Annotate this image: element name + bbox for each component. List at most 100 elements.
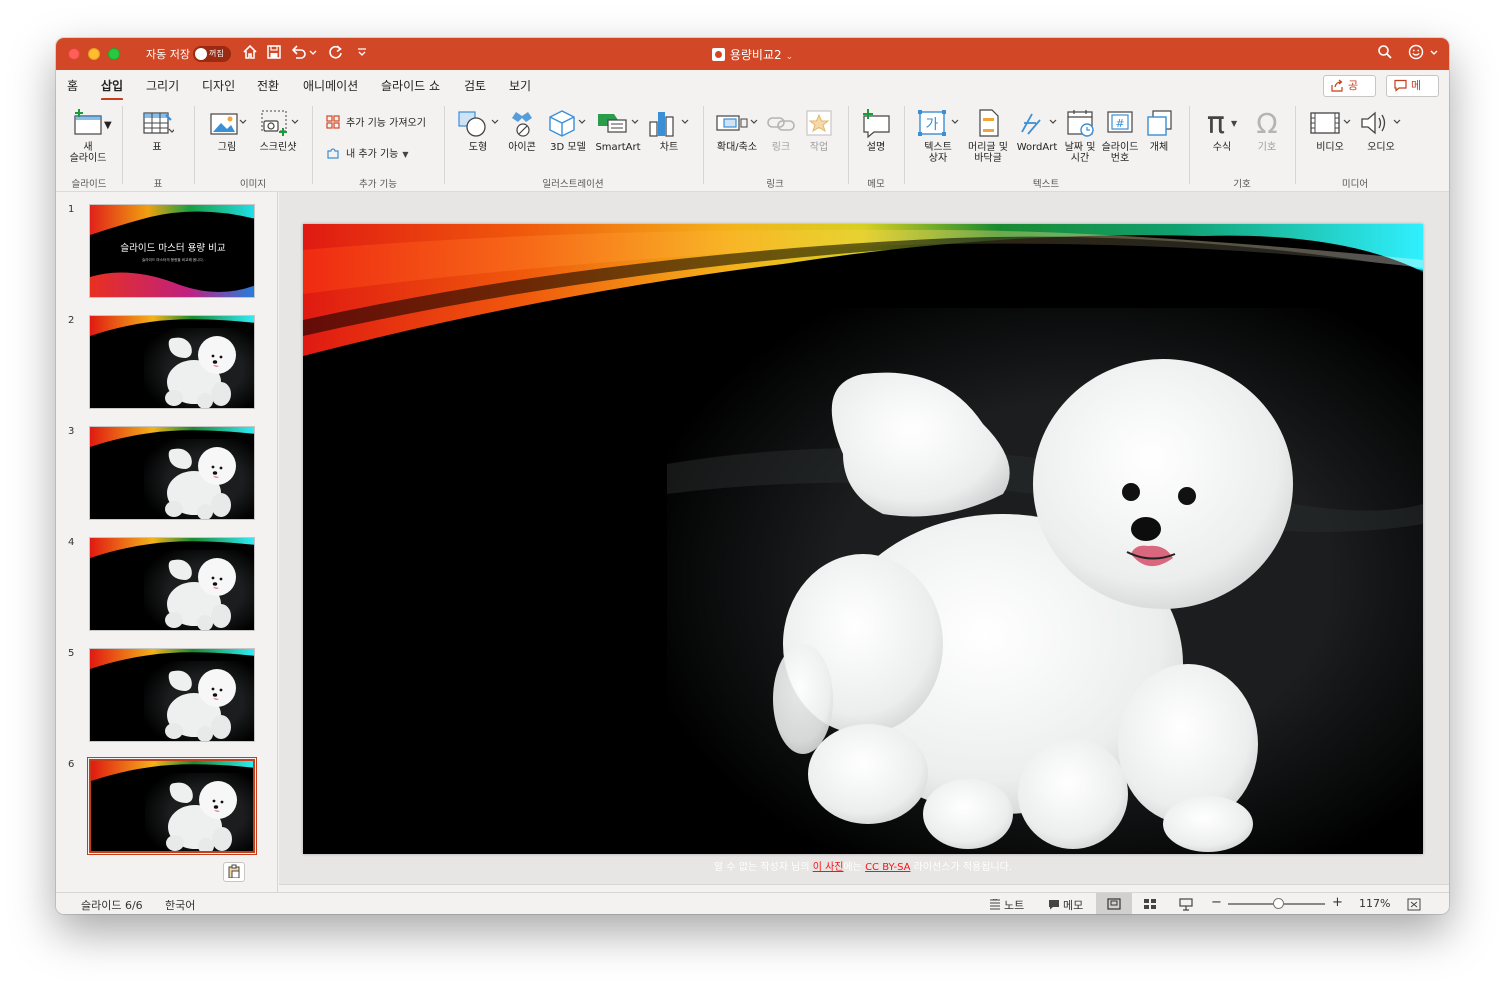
link-button[interactable]: 링크 [762, 106, 800, 153]
symbol-button[interactable]: Ω 기호 [1248, 106, 1286, 154]
zoom-out-button[interactable]: − [1211, 895, 1222, 910]
symbol-omega-glyph: Ω [1256, 106, 1278, 140]
calendar-clock-icon [1060, 106, 1100, 140]
new-slide-label-1: 새 [83, 142, 93, 153]
header-footer-button[interactable]: 머리글 및 바닥글 [964, 106, 1012, 164]
object-icon [1140, 106, 1178, 140]
picture-button[interactable]: 그림 [202, 106, 252, 153]
document-title: 용량비교2 ⌄ [56, 46, 1449, 63]
tab-design[interactable]: 디자인 [202, 77, 235, 94]
fit-slide-button[interactable] [1407, 898, 1421, 914]
film-icon [1304, 106, 1356, 140]
picture-icon [202, 106, 252, 140]
slide-thumbnail-2[interactable] [89, 315, 255, 409]
icons-label: 아이콘 [508, 142, 536, 153]
slide-sorter-view-button[interactable] [1143, 898, 1157, 913]
new-comment-icon [856, 106, 896, 140]
smartart-button[interactable]: SmartArt [592, 106, 644, 153]
new-slide-dropdown-icon[interactable]: ▼ [104, 120, 112, 131]
license-link[interactable]: CC BY-SA [865, 862, 910, 873]
tab-slideshow[interactable]: 슬라이드 쇼 [381, 77, 440, 94]
equation-label: 수식 [1212, 142, 1232, 153]
slide-number: 2 [68, 315, 75, 326]
notes-button[interactable]: 노트 [989, 897, 1024, 913]
chart-button[interactable]: 차트 [646, 106, 692, 153]
icons-button[interactable]: 아이콘 [502, 106, 542, 153]
share-button[interactable]: 공유 [1323, 75, 1376, 112]
tab-home[interactable]: 홈 [67, 77, 78, 94]
document-title-text: 용량비교2 [729, 48, 782, 62]
slide-thumbnail-1[interactable]: 슬라이드 마스터 용량 비교 슬라이드 마스터의 용량을 비교해 봅니다. [89, 204, 255, 298]
language-indicator[interactable]: 한국어 [165, 897, 195, 913]
zoom-icon [712, 106, 762, 140]
my-addins-button[interactable]: 내 추가 기능 ▼ [326, 145, 409, 160]
zoom-button[interactable]: 확대/축소 [712, 106, 762, 153]
paste-options-icon[interactable] [223, 862, 245, 882]
zoom-slider-handle[interactable] [1273, 898, 1284, 909]
header-footer-label-2: 바닥글 [974, 153, 1002, 164]
video-label: 비디오 [1316, 142, 1344, 153]
comments-button[interactable]: 메모 [1386, 75, 1439, 112]
tab-insert[interactable]: 삽입 [101, 77, 124, 101]
tab-view[interactable]: 보기 [509, 77, 531, 94]
get-addins-button[interactable]: 추가 기능 가져오기 [326, 114, 426, 129]
table-label: 표 [152, 142, 162, 153]
table-icon [132, 106, 182, 140]
table-button[interactable]: 표 [132, 106, 182, 153]
slide-thumbnail-6[interactable] [87, 757, 257, 855]
object-button[interactable]: 개체 [1140, 106, 1178, 153]
video-button[interactable]: 비디오 [1304, 106, 1356, 153]
slide-number: 3 [68, 426, 75, 437]
group-text-label: 텍스트 [1032, 179, 1060, 190]
tab-review[interactable]: 검토 [464, 77, 486, 94]
omega-icon: Ω [1248, 106, 1286, 140]
tab-transitions[interactable]: 전환 [257, 77, 279, 94]
comments-toggle-button[interactable]: 메모 [1048, 897, 1083, 913]
current-slide[interactable] [303, 224, 1423, 854]
slide-thumbnail-5[interactable] [89, 648, 255, 742]
3d-models-button[interactable]: 3D 모델 [544, 106, 592, 153]
group-links-label: 링크 [766, 179, 784, 190]
equation-pi-glyph: π [1206, 105, 1225, 141]
equation-button[interactable]: π ▼ 수식 [1198, 105, 1246, 154]
zoom-label: 확대/축소 [716, 142, 758, 153]
presenter-view-button[interactable] [1179, 898, 1193, 914]
slide-6-artwork [303, 224, 1423, 854]
wordart-button[interactable]: WordArt [1012, 106, 1062, 153]
audio-button[interactable]: 오디오 [1356, 106, 1406, 153]
my-addins-dropdown-icon[interactable]: ▼ [402, 150, 408, 159]
slide-editing-canvas[interactable]: 알 수 없는 작성자 님의 이 사진에는 CC BY-SA 라이선스가 적용됩니… [279, 192, 1449, 892]
insert-comment-button[interactable]: 설명 [856, 106, 896, 153]
normal-view-button[interactable] [1096, 893, 1132, 914]
slide-thumbnail-4[interactable] [89, 537, 255, 631]
group-comments-label: 메모 [867, 179, 885, 190]
tab-draw[interactable]: 그리기 [146, 77, 179, 94]
slide-number-glyph-text: # [1115, 117, 1124, 130]
slide-thumbnail-panel[interactable]: 1 슬라이드 마스터 용량 비교 슬라이드 마스터의 용량을 비교해 봅니다. … [56, 192, 278, 892]
textbox-button[interactable]: 가 텍스트 상자 [912, 106, 964, 164]
textbox-glyph-text: 가 [926, 117, 939, 133]
slide-thumbnail-3[interactable] [89, 426, 255, 520]
shapes-button[interactable]: 도형 [454, 106, 502, 153]
smiley-icon[interactable] [1406, 44, 1442, 64]
notes-label: 노트 [1004, 899, 1025, 912]
equation-dropdown-icon[interactable]: ▼ [1231, 119, 1237, 128]
chart-label: 차트 [659, 142, 679, 153]
comments-toggle-label: 메모 [1063, 899, 1084, 912]
tab-animations[interactable]: 애니메이션 [303, 77, 358, 94]
textbox-label-2: 상자 [928, 153, 948, 164]
ribbon-separator [194, 106, 195, 184]
search-icon[interactable] [1375, 44, 1395, 64]
new-slide-button[interactable]: 새 슬라이드 [66, 106, 110, 164]
date-time-button[interactable]: 날짜 및 시간 [1060, 106, 1100, 164]
powerpoint-doc-icon [711, 48, 725, 61]
title-chevron-icon[interactable]: ⌄ [786, 52, 794, 62]
slide-number-button[interactable]: # 슬라이드 번호 [1100, 106, 1140, 164]
zoom-level[interactable]: 117% [1359, 897, 1390, 910]
horizontal-scrollbar[interactable] [279, 884, 1449, 892]
action-button[interactable]: 작업 [800, 106, 838, 153]
zoom-in-button[interactable]: + [1332, 895, 1343, 910]
photo-link[interactable]: 이 사진 [813, 862, 844, 873]
audio-label: 오디오 [1367, 142, 1395, 153]
screenshot-button[interactable]: 스크린샷 [252, 106, 304, 153]
